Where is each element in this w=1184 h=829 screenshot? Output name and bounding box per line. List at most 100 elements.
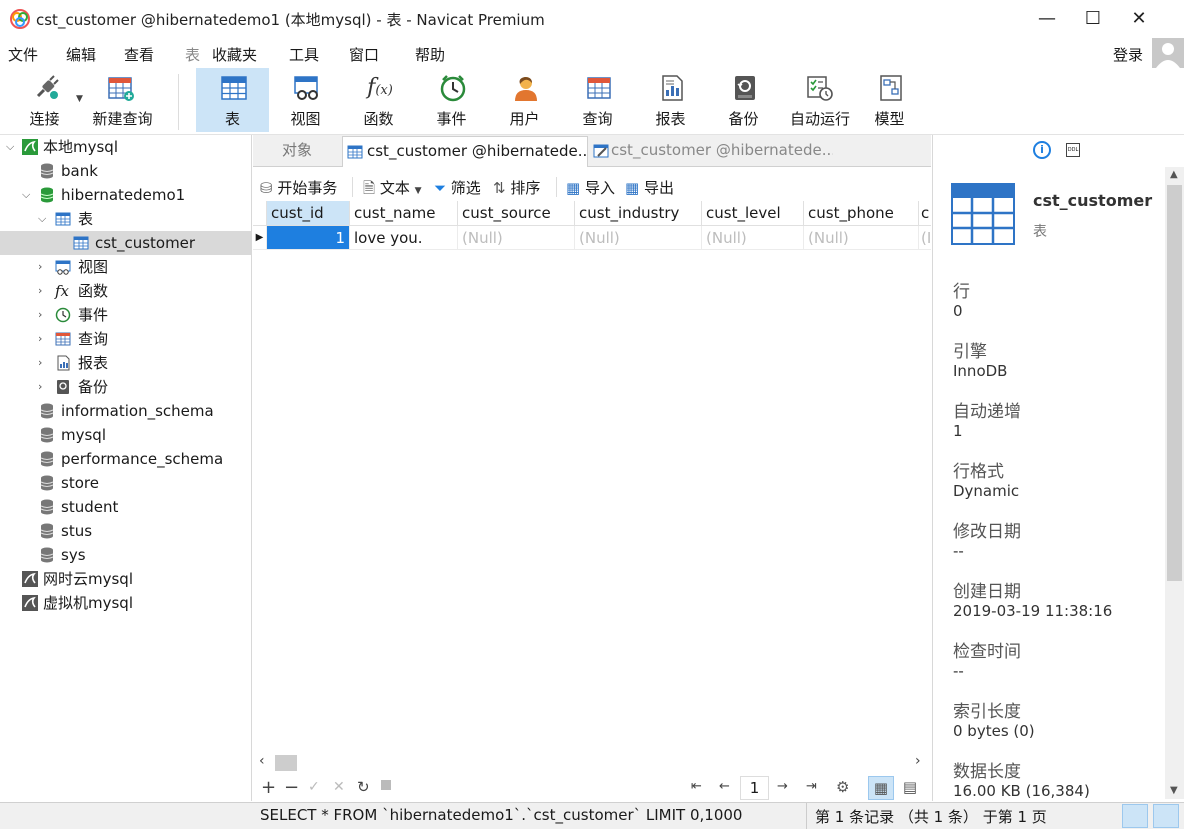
tree-node-mysql[interactable]: mysql <box>0 423 251 447</box>
column-header[interactable]: cust_id <box>267 201 350 226</box>
chevron-right-icon[interactable]: › <box>38 255 42 279</box>
table-cell[interactable]: 1 <box>267 226 350 250</box>
add-record-icon[interactable]: + <box>261 777 276 798</box>
stop-icon[interactable] <box>381 780 391 790</box>
function-tool-button[interactable]: f(x) 函数 <box>342 68 415 132</box>
tree-node-events[interactable]: › 事件 <box>0 303 251 327</box>
import-button[interactable]: ▦ 导入 <box>566 177 615 198</box>
chevron-down-icon[interactable]: ⌵ <box>38 207 46 231</box>
table-cell[interactable]: (Null) <box>702 226 804 250</box>
backup-tool-button[interactable]: 备份 <box>707 68 780 132</box>
chevron-right-icon[interactable]: › <box>38 279 42 303</box>
column-header[interactable]: cust_source <box>458 201 575 226</box>
page-number-input[interactable]: 1 <box>740 776 769 800</box>
tree-node-store[interactable]: store <box>0 471 251 495</box>
previous-page-icon[interactable]: ← <box>719 779 730 794</box>
tree-node-cst-customer[interactable]: cst_customer <box>0 231 251 255</box>
menu-edit[interactable]: 编辑 <box>66 44 96 65</box>
new-query-button[interactable]: 新建查询 <box>85 68 160 132</box>
report-tool-button[interactable]: 报表 <box>634 68 707 132</box>
tree-node-backups[interactable]: › 备份 <box>0 375 251 399</box>
tree-node-information-schema[interactable]: information_schema <box>0 399 251 423</box>
query-tool-button[interactable]: 查询 <box>561 68 634 132</box>
tree-node-performance-schema[interactable]: performance_schema <box>0 447 251 471</box>
tab-cst-customer-table[interactable]: cst_customer @hibernatede... <box>342 136 588 167</box>
model-tool-button[interactable]: 模型 <box>853 68 926 132</box>
tree-node-stus[interactable]: stus <box>0 519 251 543</box>
toggle-left-panel-icon[interactable] <box>1122 804 1148 828</box>
scroll-thumb[interactable] <box>275 755 297 771</box>
tree-node-tables[interactable]: ⌵ 表 <box>0 207 251 231</box>
scroll-thumb[interactable] <box>1167 185 1182 581</box>
sort-button[interactable]: ⇅ 排序 <box>493 177 540 198</box>
begin-transaction-button[interactable]: ⛁ 开始事务 <box>260 177 337 198</box>
chevron-down-icon[interactable]: ⌵ <box>6 135 14 159</box>
menu-tools[interactable]: 工具 <box>289 44 319 65</box>
table-cell[interactable]: (Null) <box>804 226 919 250</box>
table-cell[interactable]: love you. <box>350 226 458 250</box>
tree-node-hibernatedemo1[interactable]: ⌵ hibernatedemo1 <box>0 183 251 207</box>
column-header[interactable]: cust_phone <box>804 201 919 226</box>
tree-node-functions[interactable]: › fx 函数 <box>0 279 251 303</box>
apply-icon[interactable]: ✓ <box>308 779 320 795</box>
close-button[interactable]: ✕ <box>1116 0 1162 38</box>
tree-node-bank[interactable]: bank <box>0 159 251 183</box>
tree-node-local-mysql[interactable]: ⌵ 本地mysql <box>0 135 251 159</box>
automation-tool-button[interactable]: 自动运行 <box>780 68 860 132</box>
column-header[interactable]: cust_name <box>350 201 458 226</box>
vertical-scrollbar[interactable]: ▲ ▼ <box>1165 167 1184 799</box>
menu-table[interactable]: 表 <box>185 44 200 65</box>
scroll-up-icon[interactable]: ▲ <box>1170 169 1178 180</box>
chevron-right-icon[interactable]: › <box>38 303 42 327</box>
view-tool-button[interactable]: 视图 <box>269 68 342 132</box>
login-link[interactable]: 登录 <box>1113 44 1143 65</box>
column-header[interactable]: cust_level <box>702 201 804 226</box>
connect-dropdown-icon[interactable]: ▼ <box>76 94 83 104</box>
tree-node-cloud-mysql[interactable]: 网时云mysql <box>0 567 251 591</box>
maximize-button[interactable]: ☐ <box>1070 0 1116 38</box>
table-cell[interactable]: (I <box>919 226 931 250</box>
menu-view[interactable]: 查看 <box>124 44 154 65</box>
info-icon[interactable]: i <box>1033 141 1051 159</box>
chevron-right-icon[interactable]: › <box>38 375 42 399</box>
menu-file[interactable]: 文件 <box>8 44 38 65</box>
tree-node-queries[interactable]: › 查询 <box>0 327 251 351</box>
export-button[interactable]: ▦ 导出 <box>625 177 674 198</box>
connect-button[interactable]: 连接 <box>8 68 81 132</box>
menu-window[interactable]: 窗口 <box>349 44 379 65</box>
column-header[interactable]: cust_industry <box>575 201 702 226</box>
table-cell[interactable]: (Null) <box>575 226 702 250</box>
last-page-icon[interactable]: ⇥ <box>806 779 817 794</box>
grid-view-icon[interactable]: ▦ <box>868 776 894 800</box>
chevron-right-icon[interactable]: › <box>38 327 42 351</box>
menu-favorites[interactable]: 收藏夹 <box>212 44 257 65</box>
delete-record-icon[interactable]: − <box>284 777 299 798</box>
minimize-button[interactable]: — <box>1024 0 1070 38</box>
data-grid[interactable]: cust_id cust_name cust_source cust_indus… <box>253 201 931 751</box>
user-tool-button[interactable]: 用户 <box>488 68 561 132</box>
discard-icon[interactable]: ✕ <box>333 779 345 795</box>
first-page-icon[interactable]: ⇤ <box>691 779 702 794</box>
settings-icon[interactable]: ⚙ <box>836 778 849 796</box>
horizontal-scrollbar[interactable]: ‹ › <box>253 752 931 774</box>
next-page-icon[interactable]: → <box>777 779 788 794</box>
tree-node-vm-mysql[interactable]: 虚拟机mysql <box>0 591 251 615</box>
scroll-down-icon[interactable]: ▼ <box>1170 785 1178 796</box>
table-cell[interactable]: (Null) <box>458 226 575 250</box>
tab-cst-customer-design[interactable]: cst_customer @hibernatede... <box>589 136 833 167</box>
tab-objects[interactable]: 对象 <box>253 136 341 167</box>
chevron-down-icon[interactable]: ⌵ <box>22 183 30 207</box>
tree-node-student[interactable]: student <box>0 495 251 519</box>
ddl-icon[interactable]: DDL <box>1066 143 1080 157</box>
refresh-icon[interactable]: ↻ <box>357 778 370 796</box>
form-view-icon[interactable]: ▤ <box>898 776 922 800</box>
chevron-right-icon[interactable]: › <box>38 351 42 375</box>
text-view-button[interactable]: 🗎 文本 ▼ <box>363 177 422 203</box>
table-tool-button[interactable]: 表 <box>196 68 269 132</box>
menu-help[interactable]: 帮助 <box>415 44 445 65</box>
event-tool-button[interactable]: 事件 <box>415 68 488 132</box>
tree-node-views[interactable]: › 视图 <box>0 255 251 279</box>
scroll-left-icon[interactable]: ‹ <box>259 753 265 769</box>
toggle-right-panel-icon[interactable] <box>1153 804 1179 828</box>
tree-node-sys[interactable]: sys <box>0 543 251 567</box>
